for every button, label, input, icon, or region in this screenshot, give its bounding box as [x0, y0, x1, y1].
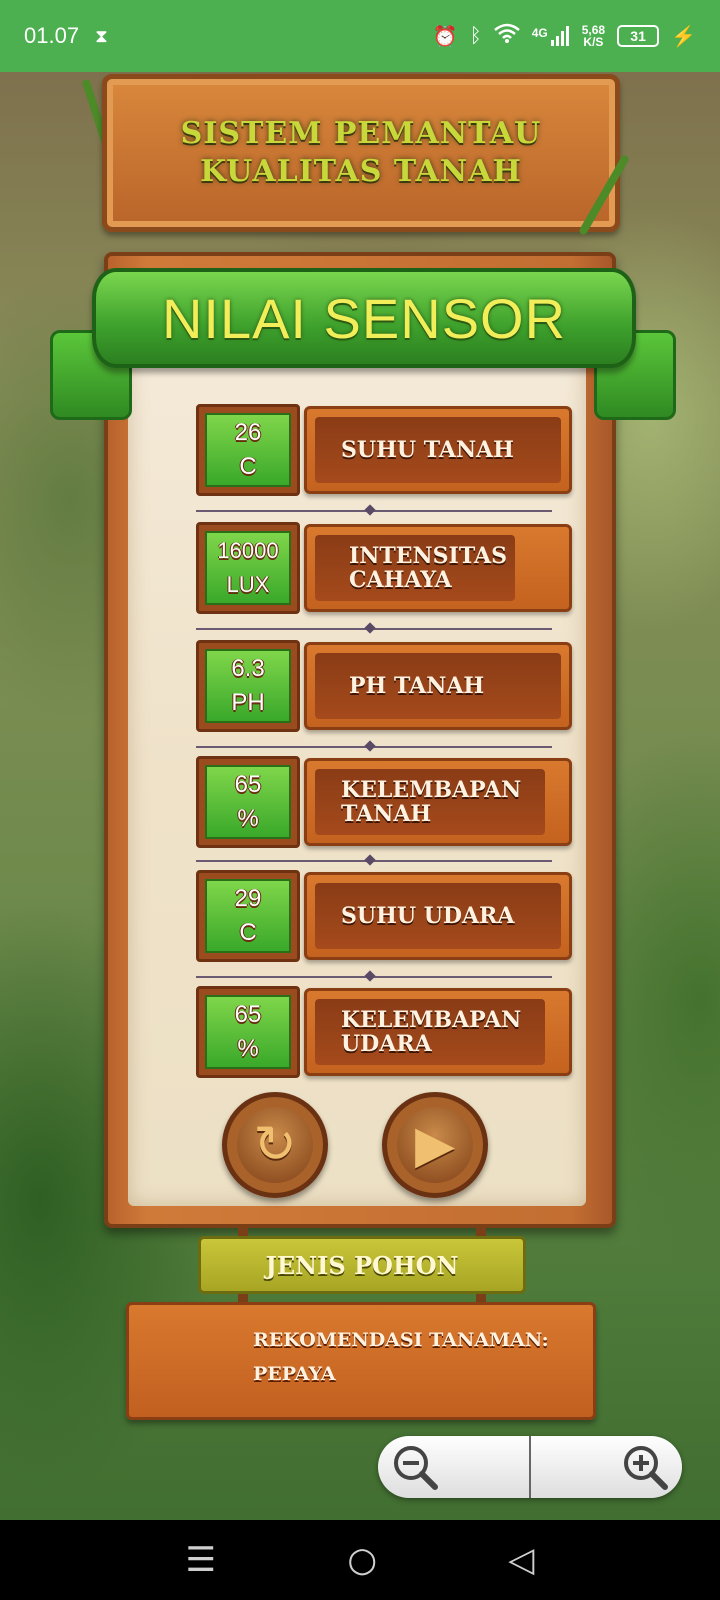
sensor-label-plank: Kelembapan Udara: [304, 988, 572, 1076]
tree-type-label: Jenis Pohon: [265, 1250, 459, 1280]
home-icon[interactable]: ○: [347, 1540, 377, 1580]
divider: [196, 976, 552, 978]
sensor-value: 29: [234, 885, 262, 912]
recommendation-label: Rekomendasi Tanaman:: [253, 1329, 549, 1351]
sensor-label-plank: PH Tanah: [304, 642, 572, 730]
status-time: 01.07: [24, 23, 80, 48]
recommendation-sign: Rekomendasi Tanaman: pepaya: [126, 1302, 596, 1420]
network-speed: 5,68 K/S: [582, 24, 605, 48]
refresh-icon: ↻: [253, 1115, 297, 1175]
sensor-label: intensitas cahaya: [315, 535, 515, 601]
sensor-value: 65: [234, 771, 262, 798]
sensor-value-box: 65 %: [196, 756, 300, 848]
navigation-bar: ☰ ○ ◁: [0, 1520, 720, 1600]
sensor-unit: PH: [231, 689, 265, 716]
zoom-control: [378, 1436, 682, 1498]
recommendation-value: pepaya: [253, 1363, 336, 1385]
divider: [196, 860, 552, 862]
sensor-label: suhu Tanah: [315, 417, 561, 483]
battery-level: 31: [630, 28, 646, 44]
divider: [196, 628, 552, 630]
battery-icon: 31: [617, 25, 660, 47]
charging-icon: ⚡: [671, 25, 696, 48]
sensor-row-soil-temperature: 26 C suhu Tanah: [196, 404, 572, 500]
title-sign: Sistem Pemantau Kualitas Tanah: [102, 74, 620, 232]
status-bar: 01.07 ⧗ ⏰ ᛒ 4G 5,68 K/S 31 ⚡: [0, 0, 720, 72]
network-type: 4G: [531, 26, 548, 40]
divider: [196, 510, 552, 512]
sensor-label-plank: suhu Udara: [304, 872, 572, 960]
sensor-unit: %: [237, 1035, 259, 1062]
sensor-label-plank: suhu Tanah: [304, 406, 572, 494]
sensor-label-plank: intensitas cahaya: [304, 524, 572, 612]
sensor-value-display: 65 %: [205, 765, 291, 839]
tree-type-button[interactable]: Jenis Pohon: [198, 1236, 526, 1294]
sensor-row-air-temperature: 29 C suhu Udara: [196, 870, 572, 966]
sensor-value-display: 29 C: [205, 879, 291, 953]
sensor-value: 6.3: [231, 655, 265, 682]
play-button[interactable]: ▶: [382, 1092, 488, 1198]
wifi-icon: [493, 23, 520, 49]
sensor-unit: %: [237, 805, 259, 832]
sensor-value-display: 26 C: [205, 413, 291, 487]
zoom-in-button[interactable]: [531, 1436, 682, 1498]
panel-title: NILAI SENSOR: [161, 286, 567, 350]
sensor-value-box: 26 C: [196, 404, 300, 496]
sensor-value-display: 65 %: [205, 995, 291, 1069]
sensor-value: 16000: [217, 538, 279, 563]
sensor-label: suhu Udara: [315, 883, 561, 949]
status-icons: ⏰ ᛒ 4G 5,68 K/S 31 ⚡: [433, 23, 696, 49]
app-title: Sistem Pemantau Kualitas Tanah: [180, 116, 542, 189]
sensor-value-box: 29 C: [196, 870, 300, 962]
sensor-unit: LUX: [226, 572, 270, 597]
sensor-value-box: 16000 LUX: [196, 522, 300, 614]
sensor-row-soil-ph: 6.3 PH PH Tanah: [196, 640, 572, 736]
sensor-label: PH Tanah: [315, 653, 561, 719]
sensor-label-plank: Kelembapan tanah: [304, 758, 572, 846]
sensor-value-display: 16000 LUX: [205, 531, 291, 605]
hourglass-icon: ⧗: [95, 25, 108, 47]
bluetooth-icon: ᛒ: [469, 24, 482, 47]
sensor-value-display: 6.3 PH: [205, 649, 291, 723]
panel-title-ribbon: NILAI SENSOR: [92, 268, 636, 368]
refresh-button[interactable]: ↻: [222, 1092, 328, 1198]
sensor-value-box: 65 %: [196, 986, 300, 1078]
zoom-in-icon: [624, 1446, 668, 1490]
sensor-label: Kelembapan tanah: [315, 769, 545, 835]
sensor-unit: C: [239, 919, 257, 946]
sensor-label: Kelembapan Udara: [315, 999, 545, 1065]
sensor-row-soil-moisture: 65 % Kelembapan tanah: [196, 756, 572, 852]
speed-unit: K/S: [583, 35, 604, 49]
signal-icon: 4G: [532, 26, 570, 46]
menu-icon[interactable]: ☰: [186, 1540, 216, 1580]
play-icon: ▶: [415, 1115, 455, 1175]
sensor-value: 26: [234, 419, 262, 446]
sensor-unit: C: [239, 453, 257, 480]
alarm-icon: ⏰: [432, 25, 458, 48]
sensor-row-air-humidity: 65 % Kelembapan Udara: [196, 986, 572, 1082]
divider: [196, 746, 552, 748]
sensor-value-box: 6.3 PH: [196, 640, 300, 732]
zoom-out-icon: [394, 1446, 438, 1490]
sensor-value: 65: [234, 1001, 262, 1028]
zoom-out-button[interactable]: [378, 1436, 531, 1498]
back-icon[interactable]: ◁: [508, 1540, 534, 1580]
sensor-row-light-intensity: 16000 LUX intensitas cahaya: [196, 522, 572, 618]
